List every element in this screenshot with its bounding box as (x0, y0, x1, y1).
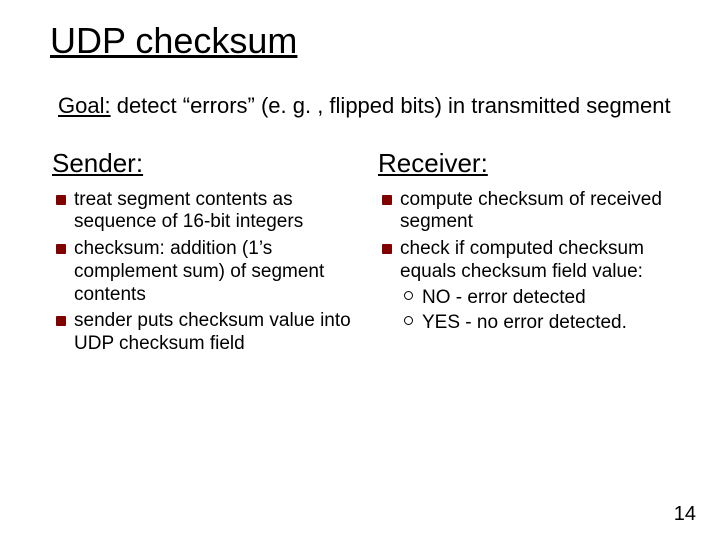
page-number: 14 (674, 503, 696, 526)
goal-label: Goal: (58, 93, 111, 118)
slide: UDP checksum Goal: detect “errors” (e. g… (0, 0, 720, 540)
sub-item: NO - error detected (400, 286, 680, 310)
list-item: compute checksum of received segment (378, 189, 680, 235)
sender-list: treat segment contents as sequence of 16… (52, 189, 354, 357)
receiver-heading: Receiver: (378, 148, 680, 179)
goal-text: detect “errors” (e. g. , flipped bits) i… (111, 93, 671, 118)
sub-item: YES - no error detected. (400, 311, 680, 335)
sender-heading: Sender: (52, 148, 354, 179)
two-column-body: Sender: treat segment contents as sequen… (52, 148, 680, 361)
slide-title: UDP checksum (50, 20, 680, 62)
receiver-list: compute checksum of received segment che… (378, 189, 680, 336)
receiver-column: Receiver: compute checksum of received s… (378, 148, 680, 361)
sender-column: Sender: treat segment contents as sequen… (52, 148, 354, 361)
goal-line: Goal: detect “errors” (e. g. , flipped b… (58, 92, 680, 120)
list-item-text: check if computed checksum equals checks… (400, 238, 644, 282)
list-item: treat segment contents as sequence of 16… (52, 189, 354, 235)
list-item: sender puts checksum value into UDP chec… (52, 310, 354, 356)
list-item: check if computed checksum equals checks… (378, 238, 680, 335)
list-item: checksum: addition (1’s complement sum) … (52, 238, 354, 306)
receiver-sublist: NO - error detected YES - no error detec… (400, 286, 680, 336)
